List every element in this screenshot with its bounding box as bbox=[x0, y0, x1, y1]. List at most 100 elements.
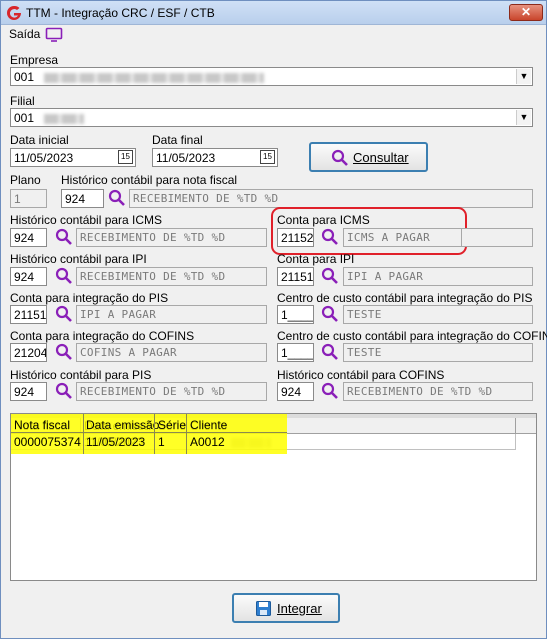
grid-divider bbox=[83, 414, 84, 454]
historico-pis-code-value: 924 bbox=[14, 385, 35, 399]
historico-ipi-desc: RECEBIMENTO DE %TD %D bbox=[76, 267, 267, 286]
historico-pis-desc-value: RECEBIMENTO DE %TD %D bbox=[80, 385, 226, 398]
search-icon[interactable] bbox=[108, 189, 126, 207]
centro-pis-code-value: 1____ bbox=[281, 308, 314, 322]
conta-pis-code-value: 21151 bbox=[14, 308, 47, 322]
centro-pis-desc-value: TESTE bbox=[347, 308, 382, 321]
historico-cofins-code-value: 924 bbox=[281, 385, 302, 399]
title-bar: TTM - Integração CRC / ESF / CTB ✕ bbox=[1, 1, 546, 25]
historico-nota-desc: RECEBIMENTO DE %TD %D bbox=[129, 189, 533, 208]
search-icon[interactable] bbox=[321, 305, 339, 323]
consultar-label: Consultar bbox=[353, 150, 409, 165]
empresa-select[interactable]: 001 ▼ bbox=[10, 67, 533, 86]
grid-divider bbox=[11, 432, 287, 433]
historico-pis-desc: RECEBIMENTO DE %TD %D bbox=[76, 382, 267, 401]
conta-ipi-label: Conta para IPI bbox=[277, 252, 355, 266]
conta-cofins-desc: COFINS A PAGAR bbox=[76, 343, 267, 362]
integrar-label: Integrar bbox=[277, 601, 322, 616]
centro-pis-code[interactable]: 1____ bbox=[277, 305, 314, 324]
centro-cofins-code[interactable]: 1____ bbox=[277, 343, 314, 362]
conta-cofins-code[interactable]: 21204 bbox=[10, 343, 47, 362]
historico-icms-desc: RECEBIMENTO DE %TD %D bbox=[76, 228, 267, 247]
row-nota-overlay: 0000075374 bbox=[14, 435, 81, 449]
historico-icms-code[interactable]: 924 bbox=[10, 228, 47, 247]
chevron-down-icon[interactable]: ▼ bbox=[516, 110, 531, 125]
search-icon[interactable] bbox=[321, 228, 339, 246]
data-inicial-label: Data inicial bbox=[10, 133, 69, 147]
historico-nota-desc-value: RECEBIMENTO DE %TD %D bbox=[133, 192, 279, 205]
calendar-icon[interactable]: 15 bbox=[260, 150, 275, 164]
monitor-icon[interactable] bbox=[45, 27, 63, 43]
historico-icms-code-value: 924 bbox=[14, 231, 35, 245]
conta-cofins-label: Conta para integração do COFINS bbox=[10, 329, 195, 343]
conta-ipi-code[interactable]: 21151 bbox=[277, 267, 314, 286]
search-icon[interactable] bbox=[321, 267, 339, 285]
conta-icms-label: Conta para ICMS bbox=[277, 213, 370, 227]
conta-pis-code[interactable]: 21151 bbox=[10, 305, 47, 324]
centro-cofins-desc-value: TESTE bbox=[347, 346, 382, 359]
integrar-button[interactable]: Integrar bbox=[232, 593, 340, 623]
historico-nota-label: Histórico contábil para nota fiscal bbox=[61, 173, 238, 187]
consultar-button[interactable]: Consultar bbox=[309, 142, 428, 172]
conta-ipi-code-value: 21151 bbox=[281, 270, 314, 284]
search-icon[interactable] bbox=[55, 305, 73, 323]
column-header-serie-overlay: Série bbox=[158, 418, 187, 432]
data-inicial-input[interactable]: 11/05/2023 15 bbox=[10, 148, 136, 167]
row-cliente-overlay: A0012 bbox=[190, 435, 225, 449]
save-icon bbox=[256, 601, 271, 616]
conta-ipi-desc-value: IPI A PAGAR bbox=[347, 270, 424, 283]
data-final-input[interactable]: 11/05/2023 15 bbox=[152, 148, 278, 167]
filial-redacted bbox=[44, 113, 85, 124]
historico-ipi-code-value: 924 bbox=[14, 270, 35, 284]
plano-label: Plano bbox=[10, 173, 41, 187]
conta-cofins-code-value: 21204 bbox=[14, 346, 47, 360]
column-header-filler bbox=[516, 418, 536, 434]
historico-cofins-desc: RECEBIMENTO DE %TD %D bbox=[343, 382, 533, 401]
historico-ipi-code[interactable]: 924 bbox=[10, 267, 47, 286]
historico-cofins-code[interactable]: 924 bbox=[277, 382, 314, 401]
historico-cofins-label: Histórico contábil para COFINS bbox=[277, 368, 445, 382]
historico-ipi-label: Histórico contábil para IPI bbox=[10, 252, 147, 266]
row-data-overlay: 11/05/2023 bbox=[86, 435, 146, 449]
filial-select[interactable]: 001 ▼ bbox=[10, 108, 533, 127]
centro-pis-label: Centro de custo contábil para integração… bbox=[277, 291, 533, 305]
search-icon[interactable] bbox=[321, 382, 339, 400]
search-icon[interactable] bbox=[55, 343, 73, 361]
chevron-down-icon[interactable]: ▼ bbox=[516, 69, 531, 84]
plano-value: 1 bbox=[14, 192, 21, 206]
conta-pis-desc-value: IPI A PAGAR bbox=[80, 308, 157, 321]
app-logo-icon bbox=[7, 5, 21, 20]
historico-ipi-desc-value: RECEBIMENTO DE %TD %D bbox=[80, 270, 226, 283]
centro-cofins-label: Centro de custo contábil para integração… bbox=[277, 329, 547, 343]
centro-cofins-code-value: 1____ bbox=[281, 346, 314, 360]
empresa-redacted bbox=[44, 72, 265, 83]
empresa-label: Empresa bbox=[10, 53, 59, 67]
empresa-value: 001 bbox=[14, 70, 35, 84]
grid-divider bbox=[154, 414, 155, 454]
historico-icms-desc-value: RECEBIMENTO DE %TD %D bbox=[80, 231, 226, 244]
historico-nota-code[interactable]: 924 bbox=[61, 189, 104, 208]
conta-ipi-desc: IPI A PAGAR bbox=[343, 267, 533, 286]
main-window: TTM - Integração CRC / ESF / CTB ✕ Saída… bbox=[0, 0, 547, 639]
data-final-value: 11/05/2023 bbox=[156, 151, 216, 165]
plano-input: 1 bbox=[10, 189, 47, 208]
search-icon[interactable] bbox=[55, 267, 73, 285]
historico-nota-code-value: 924 bbox=[65, 192, 86, 206]
menu-saida[interactable]: Saída bbox=[9, 27, 40, 41]
conta-pis-desc: IPI A PAGAR bbox=[76, 305, 267, 324]
data-inicial-value: 11/05/2023 bbox=[14, 151, 74, 165]
historico-cofins-desc-value: RECEBIMENTO DE %TD %D bbox=[347, 385, 493, 398]
conta-icms-code-value: 21152 bbox=[281, 231, 314, 245]
search-icon[interactable] bbox=[55, 228, 73, 246]
historico-icms-label: Histórico contábil para ICMS bbox=[10, 213, 163, 227]
search-icon[interactable] bbox=[55, 382, 73, 400]
search-icon bbox=[331, 149, 348, 166]
conta-icms-code[interactable]: 21152 bbox=[277, 228, 314, 247]
close-button[interactable]: ✕ bbox=[509, 4, 543, 21]
conta-icms-desc: ICMS A PAGAR bbox=[343, 228, 462, 247]
search-icon[interactable] bbox=[321, 343, 339, 361]
historico-pis-code[interactable]: 924 bbox=[10, 382, 47, 401]
column-header-cliente-overlay: Cliente bbox=[190, 418, 228, 432]
centro-cofins-desc: TESTE bbox=[343, 343, 533, 362]
calendar-icon[interactable]: 15 bbox=[118, 150, 133, 164]
